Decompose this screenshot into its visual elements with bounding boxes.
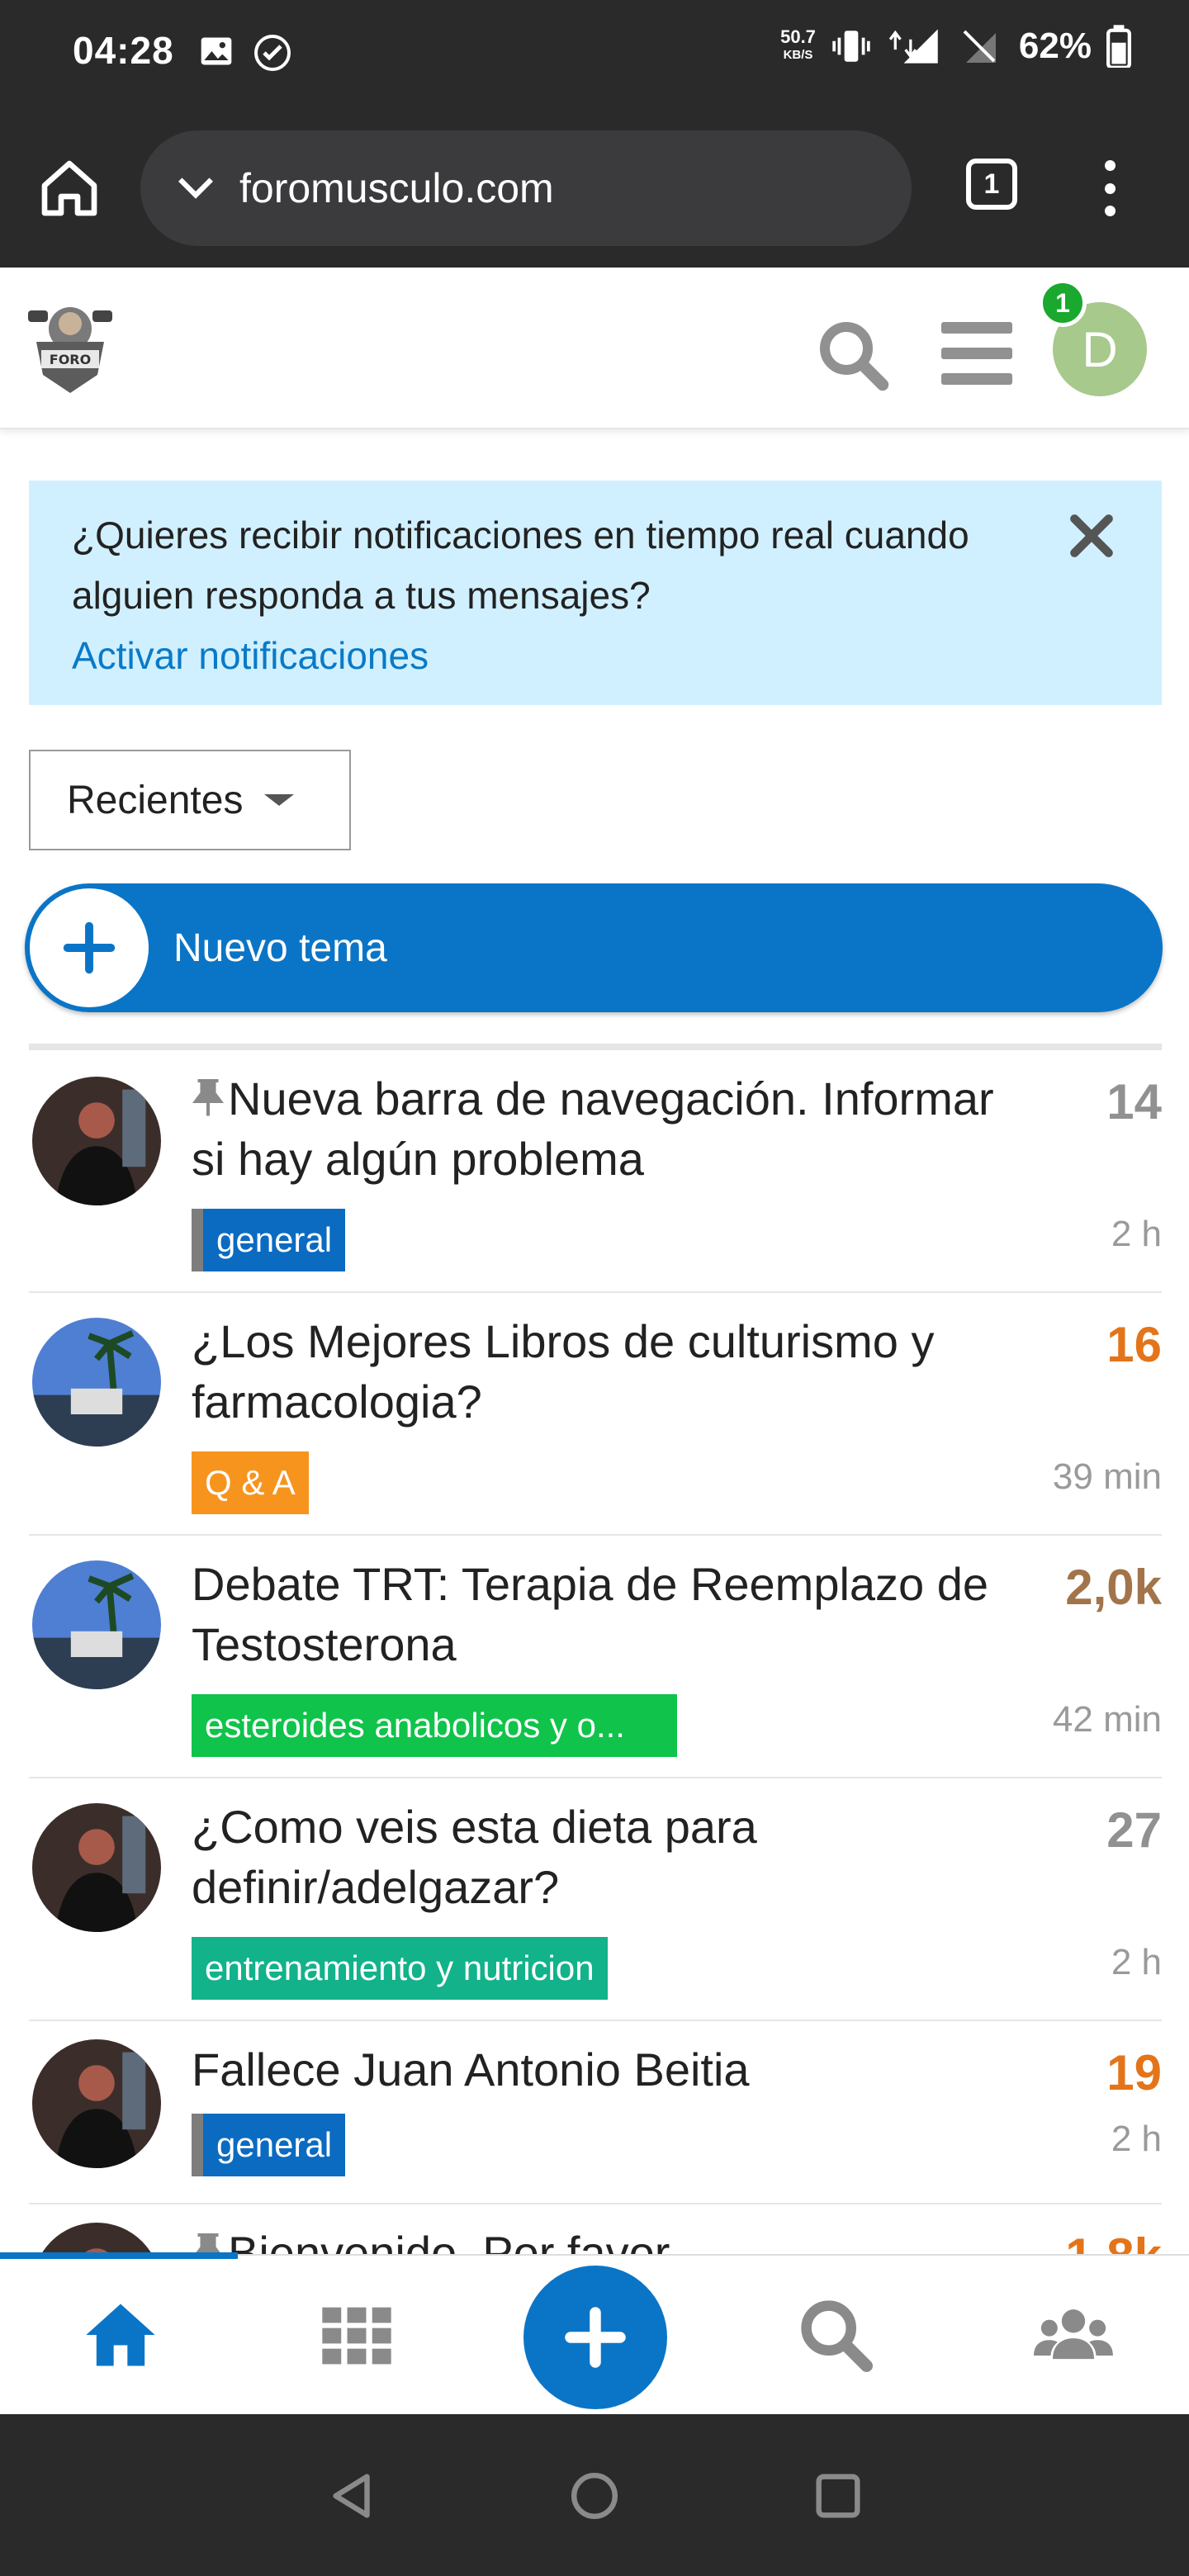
vibrate-icon (832, 31, 870, 62)
recents-square-icon[interactable] (809, 2467, 867, 2525)
check-circle-icon (254, 35, 291, 71)
search-icon[interactable] (813, 315, 893, 395)
site-header: FORO D 1 (0, 268, 1189, 429)
activity-time[interactable]: 2 h (1111, 1942, 1162, 1983)
topic-title[interactable]: ¿Como veis esta dieta para definir/adelg… (192, 1797, 1017, 1917)
pin-icon (195, 2233, 221, 2254)
new-topic-fab[interactable] (523, 2266, 667, 2409)
plus-icon (63, 921, 116, 974)
browser-menu-icon[interactable] (1090, 160, 1130, 216)
topic-title-text[interactable]: Nueva barra de navegación. Informar si h… (192, 1073, 994, 1185)
browser-toolbar: foromusculo.com 1 (0, 106, 1189, 268)
new-topic-button[interactable]: Nuevo tema (25, 883, 1163, 1012)
topic-title-text[interactable]: Bienvenido. Por favor (228, 2227, 670, 2254)
topic-title[interactable]: Bienvenido. Por favor (192, 2223, 1017, 2254)
close-icon[interactable] (1066, 510, 1117, 561)
avatar[interactable] (32, 1318, 161, 1447)
home-circle-icon[interactable] (566, 2467, 623, 2525)
topic-list-divider (29, 1044, 1162, 1050)
filter-selected: Recientes (67, 778, 244, 822)
caret-down-icon (264, 794, 295, 806)
svg-text:FORO: FORO (50, 352, 91, 367)
banner-message: ¿Quieres recibir notificaciones en tiemp… (72, 514, 969, 617)
net-speed: 50.7 KB/S (780, 28, 816, 64)
activity-time[interactable]: 2 h (1111, 1214, 1162, 1255)
new-topic-label: Nuevo tema (173, 926, 387, 970)
new-topic-plus-icon (565, 2307, 626, 2368)
activate-notifications-link[interactable]: Activar notificaciones (72, 626, 1038, 686)
chevron-down-icon[interactable] (175, 172, 216, 205)
tab-switcher-button[interactable]: 1 (966, 159, 1017, 210)
topic-row[interactable]: ¿Los Mejores Libros de culturismo y farm… (29, 1293, 1162, 1536)
banner-content: ¿Quieres recibir notificaciones en tiemp… (72, 505, 1038, 686)
back-triangle-icon[interactable] (324, 2467, 381, 2525)
topic-row[interactable]: Bienvenido. Por favor 1,8k (29, 2204, 1162, 2254)
avatar[interactable] (32, 2039, 161, 2168)
category-tag[interactable]: esteroides anabolicos y o... (192, 1694, 677, 1757)
net-speed-value: 50.7 (780, 26, 816, 47)
signal-icon (888, 29, 938, 64)
status-time: 04:28 (73, 29, 174, 72)
hamburger-menu-icon[interactable] (941, 322, 1012, 385)
reply-count[interactable]: 2,0k (1065, 1559, 1162, 1616)
pin-icon (192, 1079, 224, 1116)
category-tag[interactable]: Q & A (192, 1451, 309, 1514)
avatar[interactable] (32, 1560, 161, 1689)
bottom-navigation (0, 2252, 1189, 2414)
plus-icon-circle (30, 888, 149, 1007)
activity-time[interactable]: 42 min (1053, 1699, 1162, 1740)
topic-title[interactable]: ¿Los Mejores Libros de culturismo y farm… (192, 1311, 1017, 1432)
avatar[interactable] (32, 2223, 161, 2254)
avatar[interactable] (32, 1077, 161, 1205)
home-icon[interactable] (79, 2294, 162, 2376)
topic-title[interactable]: Fallece Juan Antonio Beitia (192, 2039, 1017, 2100)
category-tag[interactable]: general (192, 2114, 346, 2176)
notification-banner: ¿Quieres recibir notificaciones en tiemp… (29, 481, 1162, 705)
status-right: 50.7 KB/S 62% (780, 25, 1131, 68)
reply-count[interactable]: 14 (1106, 1073, 1162, 1130)
gallery-icon (201, 37, 232, 65)
notification-badge[interactable]: 1 (1039, 279, 1087, 327)
search-icon[interactable] (794, 2294, 877, 2376)
topic-row[interactable]: Fallece Juan Antonio Beitia general 19 2… (29, 2021, 1162, 2204)
topic-title[interactable]: Debate TRT: Terapia de Reemplazo de Test… (192, 1554, 1017, 1674)
site-logo[interactable]: FORO (25, 292, 116, 400)
status-bar: 04:28 50.7 KB/S 62% (0, 0, 1189, 106)
net-speed-unit: KB/S (783, 48, 813, 62)
reply-count[interactable]: 1,8k (1065, 2228, 1162, 2254)
reply-count[interactable]: 16 (1106, 1316, 1162, 1373)
category-tag[interactable]: entrenamiento y nutricion (192, 1937, 608, 2000)
reply-count[interactable]: 27 (1106, 1802, 1162, 1859)
topic-row[interactable]: ¿Como veis esta dieta para definir/adelg… (29, 1778, 1162, 2021)
battery-percent: 62% (1018, 26, 1092, 66)
users-icon[interactable] (1032, 2294, 1115, 2376)
system-navigation-bar (0, 2414, 1189, 2576)
address-bar[interactable]: foromusculo.com (140, 130, 912, 246)
topic-row[interactable]: Debate TRT: Terapia de Reemplazo de Test… (29, 1536, 1162, 1778)
reply-count[interactable]: 19 (1106, 2044, 1162, 2101)
active-tab-indicator (0, 2252, 238, 2259)
battery-icon (1106, 25, 1131, 68)
url-text[interactable]: foromusculo.com (239, 164, 554, 212)
topic-row[interactable]: Nueva barra de navegación. Informar si h… (29, 1050, 1162, 1293)
no-sim-icon (963, 30, 996, 63)
activity-time[interactable]: 2 h (1111, 2119, 1162, 2160)
categories-grid-icon[interactable] (315, 2294, 398, 2376)
activity-time[interactable]: 39 min (1053, 1456, 1162, 1498)
avatar[interactable] (32, 1803, 161, 1932)
topic-filter-dropdown[interactable]: Recientes (29, 750, 351, 850)
topic-title[interactable]: Nueva barra de navegación. Informar si h… (192, 1068, 1017, 1189)
status-left-icons (198, 33, 292, 73)
category-tag[interactable]: general (192, 1209, 346, 1271)
browser-home-icon[interactable] (36, 155, 102, 221)
